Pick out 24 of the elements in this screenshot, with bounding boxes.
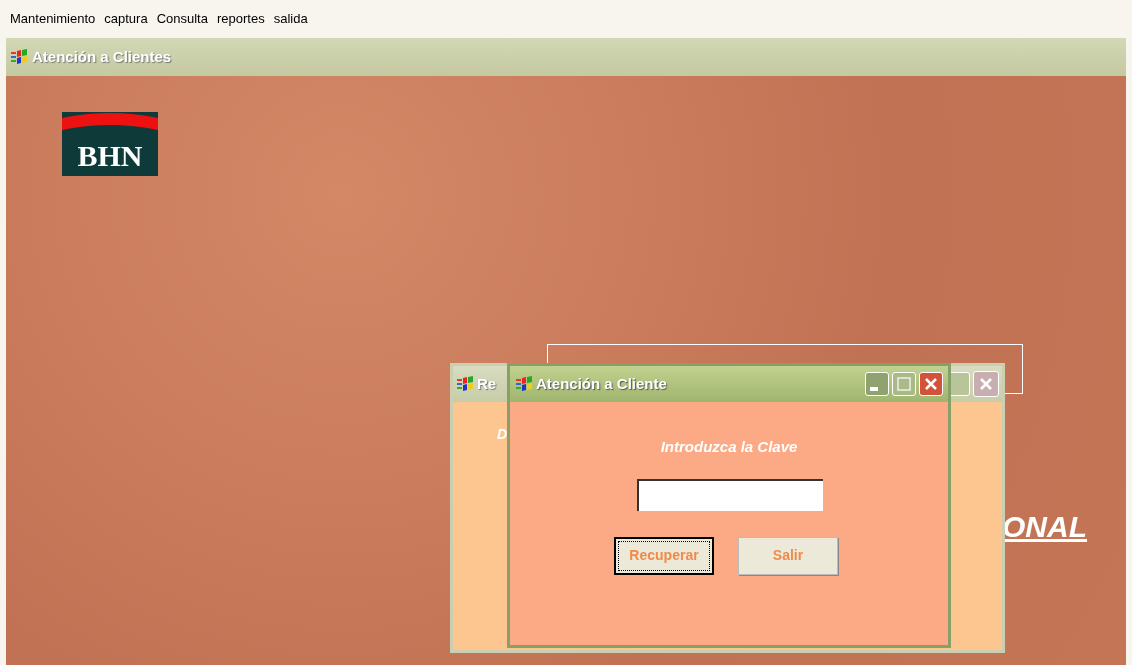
password-field[interactable] <box>637 478 823 511</box>
close-icon <box>979 377 993 391</box>
logo-text: BHN <box>77 141 143 171</box>
menu-item[interactable]: Consulta <box>156 9 208 29</box>
maximize-icon <box>897 377 911 391</box>
window-title: Atención a Clientes <box>32 46 172 67</box>
minimize-button[interactable] <box>865 372 889 396</box>
windows-flag-icon <box>456 376 474 392</box>
minimize-icon <box>870 387 878 391</box>
close-button[interactable] <box>973 371 999 397</box>
menu-item[interactable]: Mantenimiento <box>10 9 96 29</box>
maximize-button[interactable] <box>892 372 916 396</box>
menu-item[interactable]: salida <box>273 9 308 29</box>
back-window-text: D <box>497 425 509 444</box>
side-heading: ONAL <box>1002 512 1087 542</box>
menu-item[interactable]: reportes <box>216 9 265 29</box>
password-prompt: Introduzca la Clave <box>660 437 798 457</box>
back-window-title: Re <box>477 373 497 394</box>
close-button[interactable] <box>919 372 943 396</box>
dialog-title: Atención a Cliente <box>536 373 667 394</box>
menu-item[interactable]: captura <box>104 9 148 29</box>
windows-flag-icon <box>10 49 28 65</box>
windows-flag-icon <box>515 376 533 392</box>
close-icon <box>924 377 938 391</box>
